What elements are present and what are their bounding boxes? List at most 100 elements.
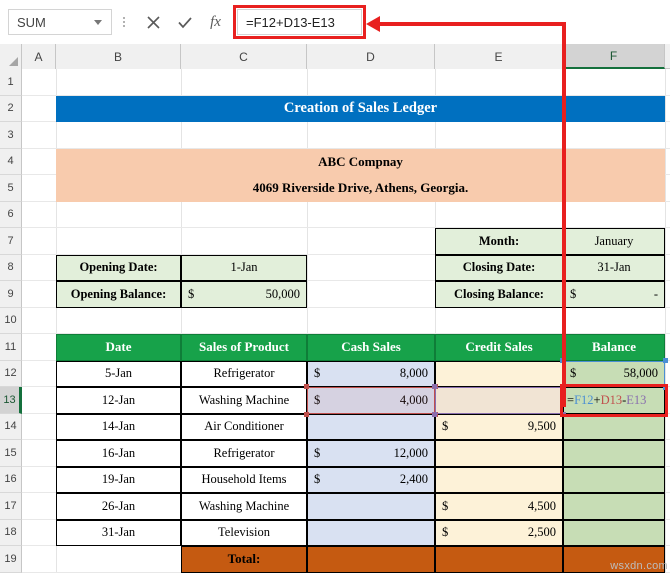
opening-balance-value[interactable]: $50,000 (181, 281, 307, 308)
cell-balance-14[interactable] (563, 413, 665, 440)
row-header-11[interactable]: 11 (0, 334, 22, 361)
cell-date-13[interactable]: 12-Jan (56, 387, 181, 414)
select-all-corner[interactable] (0, 44, 22, 69)
table-header-sales-of-product-text: Sales of Product (198, 339, 290, 355)
check-icon[interactable] (169, 9, 200, 35)
cell-balance-18[interactable] (563, 519, 665, 546)
row-header-16[interactable]: 16 (0, 466, 22, 493)
gridline (665, 69, 666, 573)
cell-credit-17[interactable]: $4,500 (435, 493, 563, 520)
cell-cash-15[interactable]: $12,000 (307, 440, 435, 467)
column-header-c[interactable]: C (181, 44, 307, 69)
reference-outline-e13-handle[interactable] (561, 384, 566, 389)
cell-date-14-text: 14-Jan (101, 419, 136, 434)
row-header-15[interactable]: 15 (0, 440, 22, 467)
row-header-8[interactable]: 8 (0, 254, 22, 281)
column-header-d[interactable]: D (307, 44, 435, 69)
cell-date-12[interactable]: 5-Jan (56, 360, 181, 387)
opening-balance-value-currency: $ (188, 286, 195, 301)
column-header-f[interactable]: F (563, 44, 665, 69)
cell-balance-16[interactable] (563, 466, 665, 493)
reference-outline-e13-handle[interactable] (432, 384, 437, 389)
row-header-bar: 1 2 3 4 5 6 7 8 9 10 11 12 13 14 15 16 17 18 19 (0, 69, 22, 573)
row-header-5[interactable]: 5 (0, 175, 22, 202)
cell-product-17[interactable]: Washing Machine (181, 493, 307, 520)
cell-credit-14[interactable]: $9,500 (435, 413, 563, 440)
cell-product-13[interactable]: Washing Machine (181, 387, 307, 414)
formula-token: = (567, 392, 575, 407)
cell-date-14[interactable]: 14-Jan (56, 413, 181, 440)
cell-balance-12-currency: $ (570, 366, 577, 381)
cell-date-16[interactable]: 19-Jan (56, 466, 181, 493)
cell-date-18[interactable]: 31-Jan (56, 519, 181, 546)
row-header-9[interactable]: 9 (0, 281, 22, 308)
cell-cash-14[interactable] (307, 413, 435, 440)
fx-icon[interactable]: fx (200, 9, 231, 35)
row-header-2[interactable]: 2 (0, 95, 22, 122)
closing-balance-value[interactable]: $ - (563, 281, 665, 308)
cell-cash-17[interactable] (307, 493, 435, 520)
row-header-14[interactable]: 14 (0, 413, 22, 440)
row-label: 13 (3, 393, 16, 406)
title-banner-text: Creation of Sales Ledger (283, 100, 438, 117)
row-header-6[interactable]: 6 (0, 201, 22, 228)
row-header-19[interactable]: 19 (0, 546, 22, 573)
row-label: 10 (4, 314, 17, 327)
cell-cash-18[interactable] (307, 519, 435, 546)
total-credit[interactable] (435, 546, 563, 573)
cell-credit-12[interactable] (435, 360, 563, 387)
formula-token: D13 (600, 392, 623, 407)
reference-outline-f12-handle[interactable] (663, 385, 668, 390)
cell-product-16[interactable]: Household Items (181, 466, 307, 493)
cell-balance-12[interactable]: $58,000 (563, 360, 665, 387)
cell-date-17[interactable]: 26-Jan (56, 493, 181, 520)
closing-date-value[interactable]: 31-Jan (563, 254, 665, 281)
row-header-7[interactable]: 7 (0, 228, 22, 255)
reference-outline-e13-handle[interactable] (561, 411, 566, 417)
cell-product-14[interactable]: Air Conditioner (181, 413, 307, 440)
closing-balance-label: Closing Balance: (435, 281, 563, 308)
month-value[interactable]: January (563, 228, 665, 255)
cell-cash-12[interactable]: $8,000 (307, 360, 435, 387)
opening-date-value[interactable]: 1-Jan (181, 254, 307, 281)
cell-product-15[interactable]: Refrigerator (181, 440, 307, 467)
row-header-10[interactable]: 10 (0, 307, 22, 334)
row-header-12[interactable]: 12 (0, 360, 22, 387)
cell-balance-13[interactable]: = F12 + D13- E13 (563, 387, 665, 414)
opening-balance-value-value: 50,000 (265, 286, 300, 301)
cell-product-12-text: Refrigerator (213, 366, 275, 381)
close-icon[interactable] (138, 9, 169, 35)
column-header-b[interactable]: B (56, 44, 181, 69)
cell-balance-17[interactable] (563, 493, 665, 520)
cell-credit-18[interactable]: $2,500 (435, 519, 563, 546)
cell-cash-13[interactable]: $4,000 (307, 387, 435, 414)
cell-date-17-text: 26-Jan (101, 498, 136, 513)
cell-date-15[interactable]: 16-Jan (56, 440, 181, 467)
row-header-3[interactable]: 3 (0, 122, 22, 149)
cell-credit-13[interactable] (435, 387, 563, 414)
cell-credit-15[interactable] (435, 440, 563, 467)
cell-product-12[interactable]: Refrigerator (181, 360, 307, 387)
name-box[interactable]: SUM (8, 9, 112, 35)
formula-input[interactable]: =F12+D13-E13 (237, 9, 362, 35)
reference-outline-d13-handle[interactable] (304, 384, 309, 389)
row-header-18[interactable]: 18 (0, 519, 22, 546)
column-header-e[interactable]: E (435, 44, 563, 69)
column-header-a[interactable]: A (22, 44, 56, 69)
reference-outline-f12-handle[interactable] (663, 357, 668, 363)
row-header-17[interactable]: 17 (0, 493, 22, 520)
row-header-13[interactable]: 13 (0, 387, 22, 414)
total-cash[interactable] (307, 546, 435, 573)
cell-credit-16[interactable] (435, 466, 563, 493)
row-header-1[interactable]: 1 (0, 69, 22, 96)
reference-outline-e13-handle[interactable] (432, 411, 437, 417)
cell-balance-15[interactable] (563, 440, 665, 467)
cell-cash-16[interactable]: $2,400 (307, 466, 435, 493)
chevron-down-icon[interactable] (94, 19, 102, 25)
cell-product-18[interactable]: Television (181, 519, 307, 546)
cell-credit-18-currency: $ (442, 525, 449, 540)
cell-date-16-text: 19-Jan (101, 472, 136, 487)
reference-outline-f12-handle[interactable] (560, 357, 565, 363)
reference-outline-d13-handle[interactable] (304, 411, 309, 417)
row-header-4[interactable]: 4 (0, 148, 22, 175)
